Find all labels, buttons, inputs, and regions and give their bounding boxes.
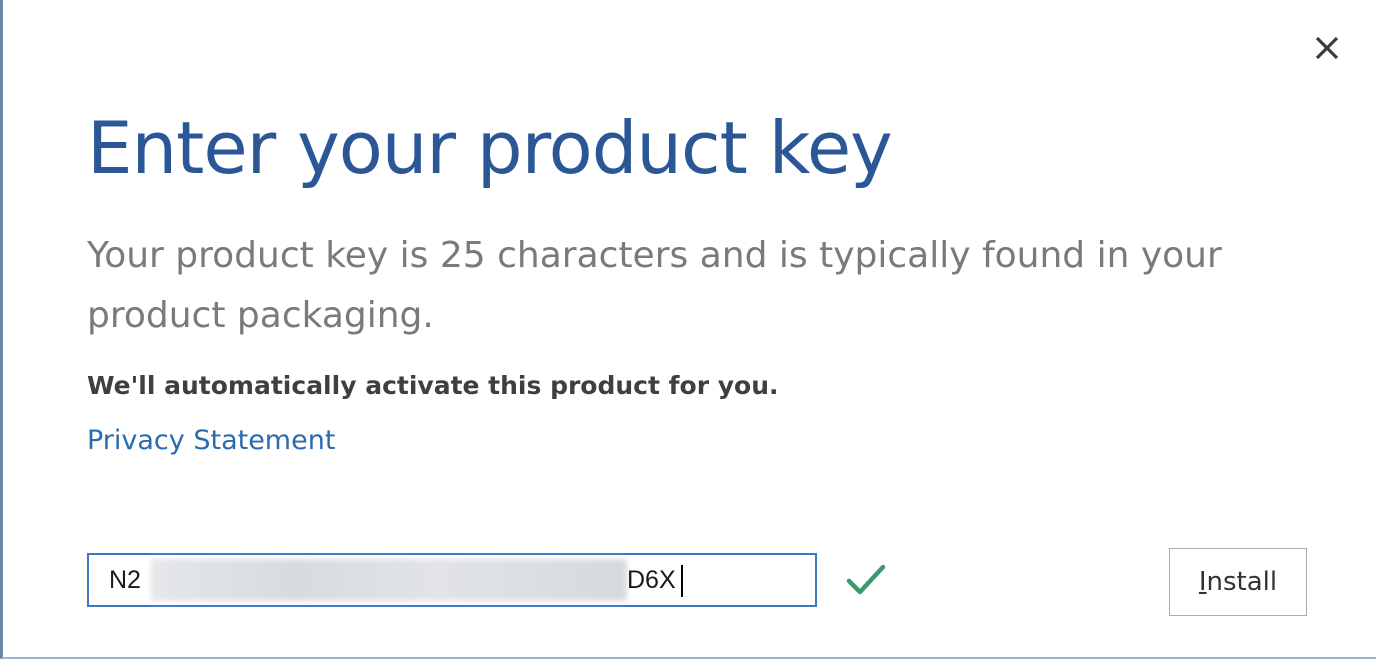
close-button[interactable]: [1303, 26, 1351, 70]
install-label: nstall: [1206, 567, 1278, 597]
product-key-field[interactable]: D6X: [87, 553, 817, 607]
install-mnemonic: I: [1198, 567, 1207, 597]
close-icon: [1315, 36, 1339, 60]
dialog-title: Enter your product key: [87, 106, 893, 190]
product-key-dialog: Enter your product key Your product key …: [0, 0, 1376, 659]
checkmark-icon: [846, 564, 886, 595]
dialog-description: Your product key is 25 characters and is…: [87, 235, 1222, 336]
auto-activate-note: We'll automatically activate this produc…: [87, 371, 779, 400]
privacy-statement-link[interactable]: Privacy Statement: [87, 420, 335, 462]
install-button[interactable]: Install: [1169, 548, 1307, 616]
product-key-input[interactable]: [89, 555, 815, 605]
